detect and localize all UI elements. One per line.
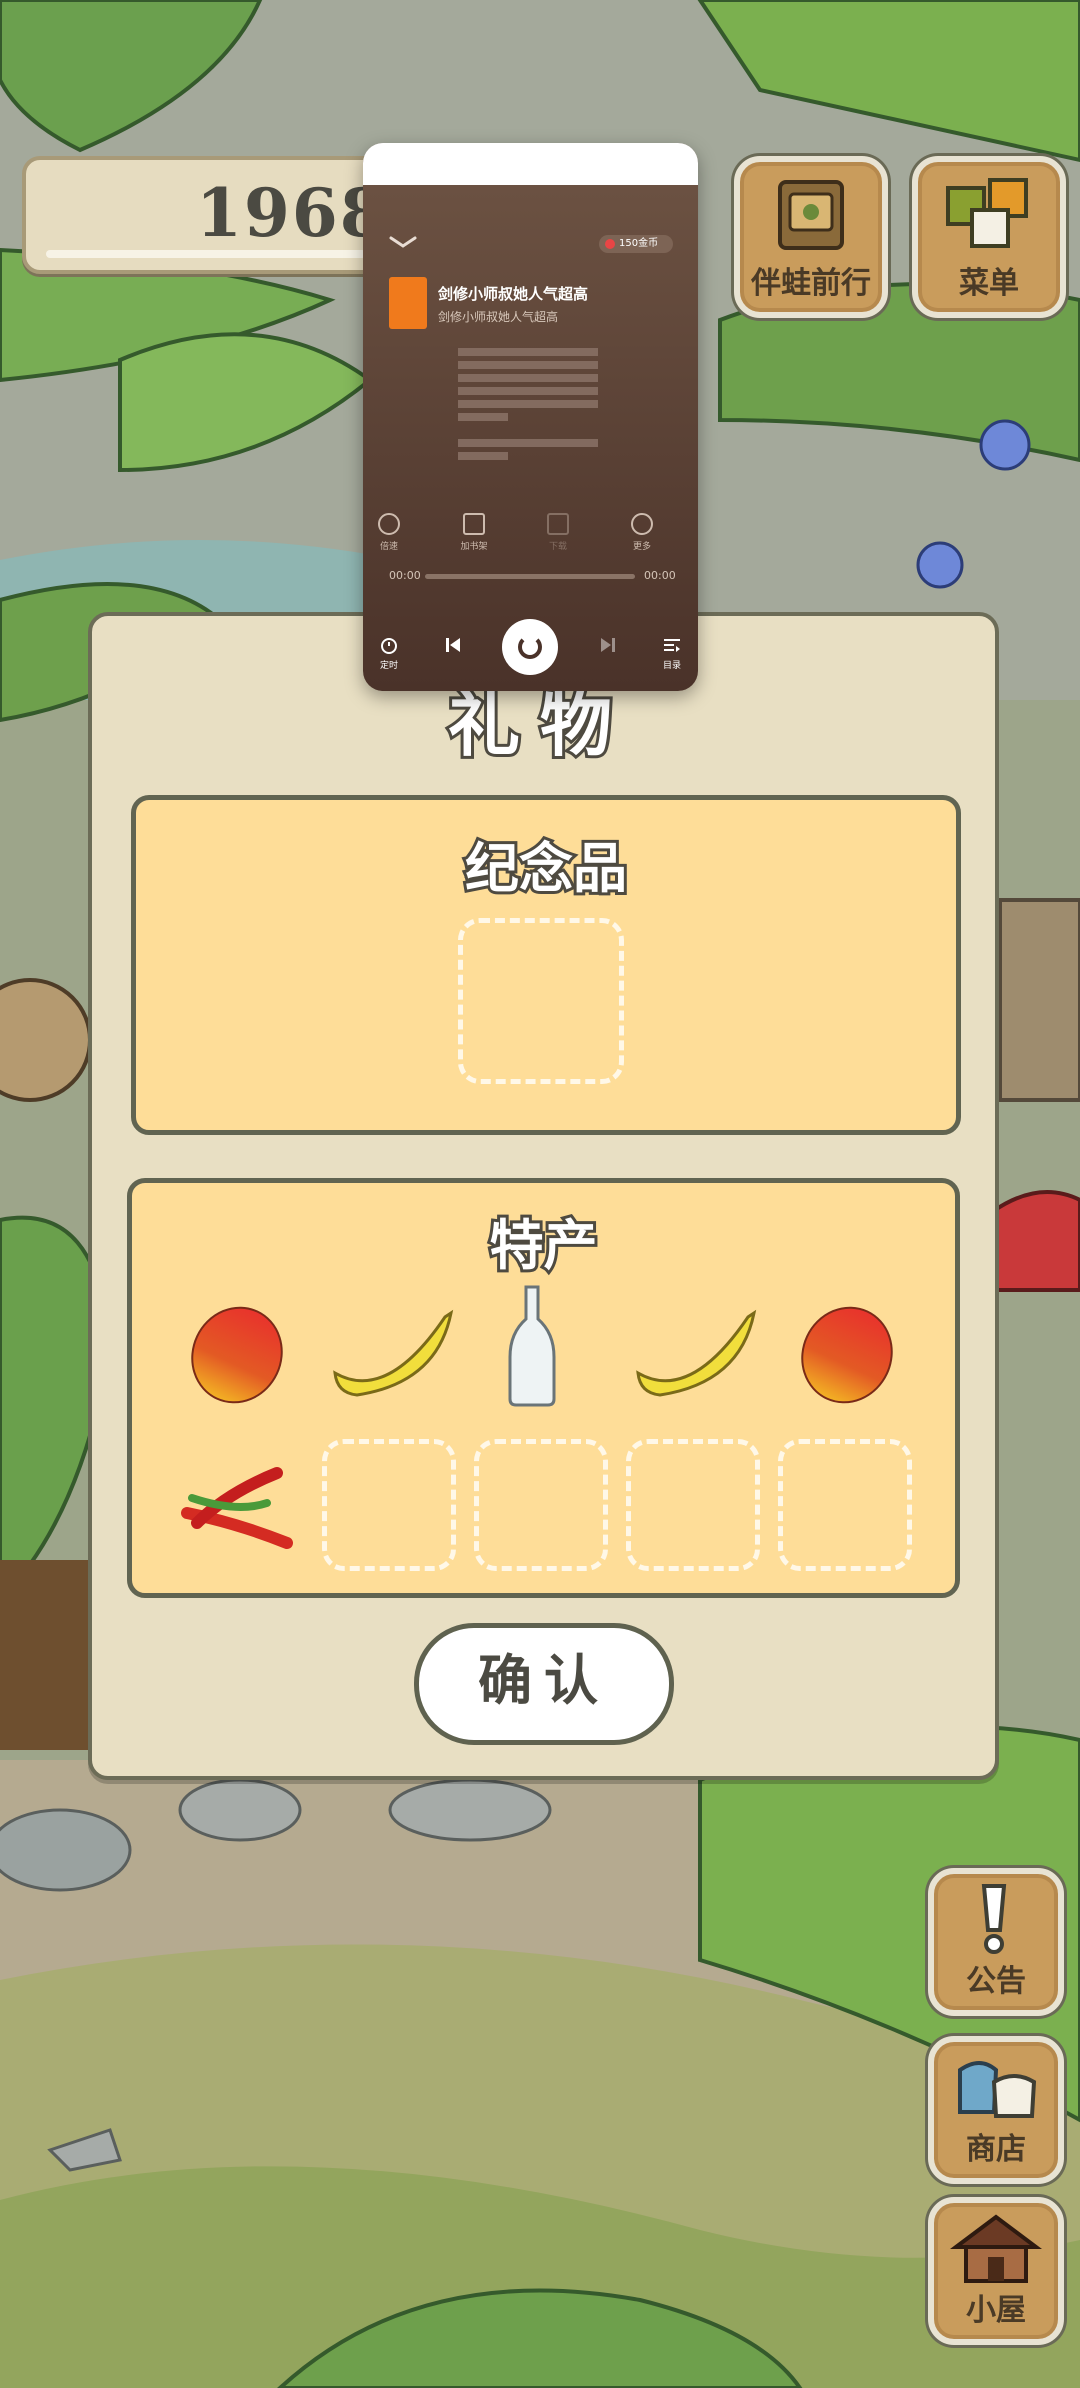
lyric-line	[458, 348, 598, 356]
previous-track-icon[interactable]	[443, 635, 463, 655]
counter-progress-bar	[46, 250, 366, 258]
lyric-line	[458, 439, 598, 447]
confirm-label: 确认	[478, 1649, 610, 1712]
score-counter: 1968	[22, 156, 390, 274]
playlist-icon	[664, 639, 680, 652]
shop-button[interactable]: 商店	[928, 2036, 1064, 2184]
menu-button[interactable]: 菜单	[912, 156, 1066, 318]
exclamation-icon	[981, 1884, 1007, 1954]
specialty-slot-empty[interactable]	[626, 1439, 760, 1571]
announcement-label: 公告	[966, 1964, 1026, 1999]
specialty-title: 特产	[487, 1211, 601, 1280]
specialty-slot-empty[interactable]	[322, 1439, 456, 1571]
lyric-line	[458, 374, 598, 382]
speed-icon	[378, 513, 400, 535]
coin-badge[interactable]: 150金币	[599, 235, 673, 253]
add-shelf-icon	[463, 513, 485, 535]
travel-with-frog-label: 伴蛙前行	[751, 266, 871, 301]
shop-bags-icon	[958, 2061, 1037, 2118]
shop-label: 商店	[966, 2132, 1026, 2167]
time-total: 00:00	[644, 569, 676, 582]
banana-item-icon[interactable]	[327, 1303, 457, 1403]
album-cover	[389, 277, 427, 329]
announcement-button[interactable]: 公告	[928, 1868, 1064, 2016]
cabin-button[interactable]: 小屋	[928, 2197, 1064, 2345]
lyric-line	[458, 361, 598, 369]
mango-item-icon[interactable]	[797, 1303, 897, 1407]
time-current: 00:00	[389, 569, 421, 582]
song-subtitle: 剑修小师叔她人气超高	[438, 310, 559, 324]
mango-item-icon[interactable]	[187, 1303, 287, 1407]
cabin-label: 小屋	[966, 2293, 1026, 2328]
chili-peppers-item-icon[interactable]	[177, 1453, 297, 1553]
specialty-slot-empty[interactable]	[474, 1439, 608, 1571]
souvenir-title: 纪念品	[462, 834, 630, 903]
score-value: 1968	[196, 174, 388, 252]
lyric-line	[458, 452, 508, 460]
playlist-control[interactable]: 目录	[652, 635, 692, 671]
speed-control[interactable]: 倍速	[369, 513, 409, 552]
overlay-top-bar	[363, 143, 698, 185]
bottle-item-icon[interactable]	[502, 1283, 562, 1408]
music-player-overlay: 150金币 剑修小师叔她人气超高 剑修小师叔她人气超高 倍速 加书架 下载 更多…	[363, 143, 698, 691]
play-pause-button[interactable]	[502, 619, 558, 675]
lyric-line	[458, 387, 598, 395]
map-book-icon	[778, 180, 844, 250]
souvenir-panel: 纪念品	[131, 795, 961, 1135]
menu-cards-icon	[946, 178, 1028, 248]
lyric-line	[458, 400, 598, 408]
song-title: 剑修小师叔她人气超高	[438, 285, 589, 303]
next-track-icon[interactable]	[598, 635, 618, 655]
lyric-line	[458, 413, 508, 421]
more-icon	[631, 513, 653, 535]
banana-item-icon[interactable]	[630, 1303, 760, 1403]
add-shelf-control[interactable]: 加书架	[454, 513, 494, 552]
specialty-slot-empty[interactable]	[778, 1439, 912, 1571]
souvenir-slot-empty[interactable]	[458, 918, 624, 1084]
travel-with-frog-button[interactable]: 伴蛙前行	[734, 156, 888, 318]
menu-label: 菜单	[959, 266, 1019, 301]
specialty-panel: 特产	[127, 1178, 960, 1598]
timer-icon	[381, 638, 397, 654]
timer-control[interactable]: 定时	[369, 635, 409, 671]
house-icon	[950, 2214, 1042, 2283]
download-control[interactable]: 下载	[538, 513, 578, 552]
more-control[interactable]: 更多	[622, 513, 662, 552]
progress-slider[interactable]	[425, 574, 635, 579]
confirm-button[interactable]: 确认	[414, 1623, 674, 1745]
chevron-down-icon[interactable]	[389, 235, 417, 249]
download-icon	[547, 513, 569, 535]
